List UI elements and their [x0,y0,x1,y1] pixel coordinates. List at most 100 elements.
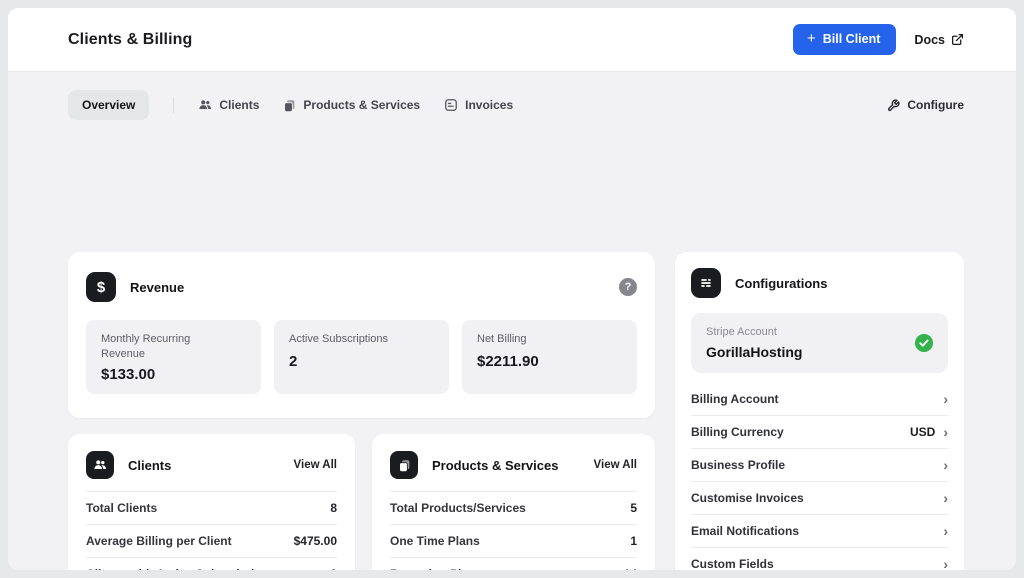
list-item: Recurring Plans 14 [390,558,637,570]
clients-view-all-link[interactable]: View All [294,459,337,471]
configure-button[interactable]: Configure [887,98,964,112]
config-label: Billing Account [691,392,779,406]
docs-link[interactable]: Docs [914,33,964,47]
list-item: Total Clients 8 [86,492,337,525]
check-circle-icon [915,334,933,352]
tab-bar: Overview Clients Products & Services Inv [8,72,1016,120]
header-actions: + Bill Client Docs [793,24,964,55]
stripe-account-box[interactable]: Stripe Account GorillaHosting [691,313,948,373]
tab-clients[interactable]: Clients [198,98,259,112]
wrench-icon [887,99,900,112]
row-value: 14 [624,567,637,570]
row-label: Total Products/Services [390,501,526,515]
stat-label: Active Subscriptions [289,332,409,347]
config-item-custom-fields[interactable]: Custom Fields › [691,548,948,570]
help-icon[interactable]: ? [619,278,637,296]
row-label: One Time Plans [390,534,480,548]
chevron-right-icon: › [943,491,948,505]
invoice-icon [444,98,458,112]
tab-clients-label: Clients [219,98,259,112]
stat-value: $133.00 [101,366,246,383]
revenue-card: $ Revenue ? Monthly Recurring Revenue $1… [68,252,655,418]
tab-products-label: Products & Services [303,98,420,112]
products-card-header: Products & Services View All [390,451,637,479]
copy-icon [390,451,418,479]
products-title: Products & Services [432,458,558,473]
config-item-billing-currency[interactable]: Billing Currency USD › [691,416,948,449]
users-icon [198,98,212,112]
external-link-icon [951,33,964,46]
chevron-right-icon: › [943,557,948,570]
clients-card: Clients View All Total Clients 8 Average… [68,434,355,570]
stat-label: Net Billing [477,332,597,347]
tab-overview-label: Overview [82,98,135,112]
tab-invoices-label: Invoices [465,98,513,112]
plus-icon: + [807,34,816,44]
config-label: Customise Invoices [691,491,804,505]
row-value: 5 [630,501,637,515]
row-value: 1 [630,534,637,548]
stripe-account-name: GorillaHosting [706,344,915,360]
users-icon [86,451,114,479]
stat-value: 2 [289,353,434,370]
config-label: Business Profile [691,458,785,472]
revenue-title: Revenue [130,280,184,295]
clients-stats-list: Total Clients 8 Average Billing per Clie… [86,491,337,570]
configurations-title: Configurations [735,276,827,291]
config-item-email-notifications[interactable]: Email Notifications › [691,515,948,548]
clients-title: Clients [128,458,171,473]
app-window: Clients & Billing + Bill Client Docs Ove… [8,8,1016,570]
config-item-billing-account[interactable]: Billing Account › [691,383,948,416]
list-item: Clients with Active Subscriptions 2 [86,558,337,570]
rows-icon [691,268,721,298]
page-title: Clients & Billing [68,31,192,49]
configurations-card-header: Configurations [691,268,948,298]
tab-invoices[interactable]: Invoices [444,98,513,112]
copy-icon [283,99,296,112]
revenue-stats: Monthly Recurring Revenue $133.00 Active… [86,320,637,394]
list-item: One Time Plans 1 [390,525,637,558]
bill-client-label: Bill Client [823,32,881,46]
configurations-list: Billing Account › Billing Currency USD› … [691,383,948,570]
config-label: Billing Currency [691,425,784,439]
row-label: Total Clients [86,501,157,515]
page-header: Clients & Billing + Bill Client Docs [8,8,1016,72]
list-item: Average Billing per Client $475.00 [86,525,337,558]
stripe-account-label: Stripe Account [706,326,915,338]
products-stats-list: Total Products/Services 5 One Time Plans… [390,491,637,570]
dollar-icon: $ [86,272,116,302]
chevron-right-icon: › [943,392,948,406]
list-item: Total Products/Services 5 [390,492,637,525]
row-label: Recurring Plans [390,567,482,570]
row-value: 8 [330,501,337,515]
row-value: $475.00 [294,534,337,548]
tab-products-services[interactable]: Products & Services [283,98,420,112]
row-label: Clients with Active Subscriptions [86,567,276,570]
docs-label: Docs [914,33,945,47]
revenue-card-header: $ Revenue ? [86,272,637,302]
configure-label: Configure [907,98,964,112]
bill-client-button[interactable]: + Bill Client [793,24,896,55]
row-value: 2 [330,567,337,570]
tab-separator [173,97,174,113]
config-item-customise-invoices[interactable]: Customise Invoices › [691,482,948,515]
stat-monthly-recurring-revenue: Monthly Recurring Revenue $133.00 [86,320,261,394]
stat-net-billing: Net Billing $2211.90 [462,320,637,394]
stat-label: Monthly Recurring Revenue [101,332,221,363]
config-label: Email Notifications [691,524,799,538]
row-label: Average Billing per Client [86,534,232,548]
tab-overview[interactable]: Overview [68,90,149,120]
tabs: Overview Clients Products & Services Inv [68,90,513,120]
products-services-card: Products & Services View All Total Produ… [372,434,655,570]
configurations-card: Configurations Stripe Account GorillaHos… [675,252,964,570]
config-label: Custom Fields [691,557,774,570]
config-value: USD [910,425,935,439]
chevron-right-icon: › [943,425,948,439]
stat-value: $2211.90 [477,353,622,370]
config-item-business-profile[interactable]: Business Profile › [691,449,948,482]
chevron-right-icon: › [943,458,948,472]
products-view-all-link[interactable]: View All [594,459,637,471]
clients-card-header: Clients View All [86,451,337,479]
chevron-right-icon: › [943,524,948,538]
stat-active-subscriptions: Active Subscriptions 2 [274,320,449,394]
